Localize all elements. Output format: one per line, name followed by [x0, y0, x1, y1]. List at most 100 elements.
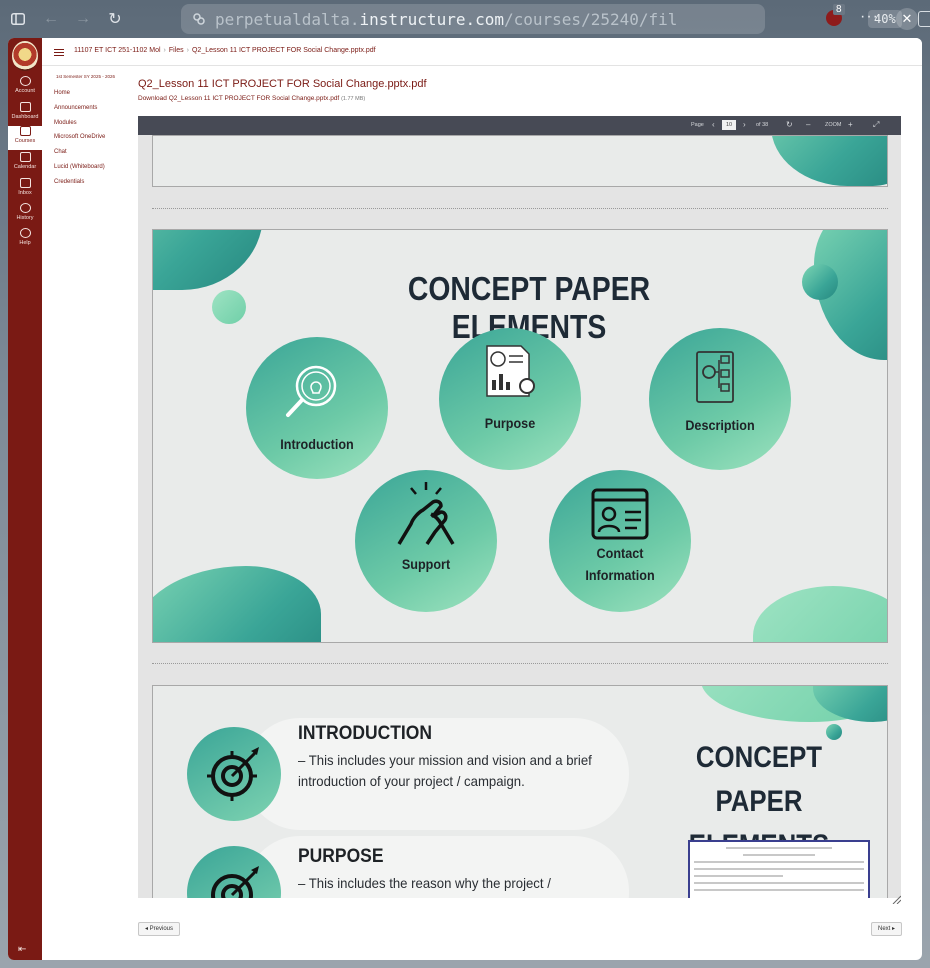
previous-button[interactable]: ◂ Previous [138, 922, 181, 936]
course-nav-home[interactable]: Home [54, 89, 140, 104]
magnifier-bulb-icon [286, 365, 337, 417]
report-gear-icon [486, 345, 535, 397]
element-description: Description [649, 328, 791, 470]
page-total: of 38 [756, 122, 769, 128]
course-nav-modules[interactable]: Modules [54, 119, 140, 134]
element-introduction: Introduction [246, 337, 388, 479]
course-top-bar: 11107 ET ICT 251-1102 Mol › Files › Q2_Lesso… [42, 38, 922, 66]
breadcrumb-file: Q2_Lesson 11 ICT PROJECT FOR Social Chan… [191, 47, 376, 54]
element-label: Introduction [280, 436, 354, 452]
url-text: perpetualdalta.instructure.com/courses/2… [215, 10, 677, 29]
back-arrow-icon[interactable]: ← [41, 9, 61, 29]
nav-history[interactable]: History [8, 203, 42, 227]
breadcrumb-files[interactable]: Files [169, 47, 184, 54]
page-label: Page [691, 122, 704, 128]
browser-chrome: ← → ↻ perpetualdalta.instructure.com/cou… [0, 0, 930, 38]
fullscreen-icon[interactable]: ⤢ [873, 120, 879, 130]
concept-paper-thumbnail [688, 840, 870, 898]
nav-courses[interactable]: Courses [8, 126, 42, 150]
decor-blob [153, 566, 321, 642]
decor-blob [753, 586, 887, 642]
pdf-page-detail: INTRODUCTION – This includes your missio… [152, 685, 888, 898]
zoom-out-button[interactable]: – [806, 120, 810, 129]
element-label-line2: Information [585, 567, 655, 583]
section-body: – This includes the reason why the proje… [298, 875, 551, 891]
element-contact: Contact Information [549, 470, 691, 612]
inbox-icon [19, 178, 31, 188]
section-heading: PURPOSE [298, 846, 384, 867]
course-nav-lucid[interactable]: Lucid (Whiteboard) [54, 163, 140, 178]
collapse-nav-icon[interactable]: ⇤ [18, 944, 26, 955]
file-size: (1.77 MB) [341, 96, 366, 102]
nav-dashboard[interactable]: Dashboard [8, 102, 42, 126]
next-page-icon[interactable]: › [743, 120, 746, 129]
element-label: Purpose [484, 415, 536, 431]
handshake-icon [397, 482, 455, 545]
pdf-page-previous [152, 135, 888, 187]
sidebar-toggle-icon[interactable] [8, 9, 28, 29]
breadcrumb: 11107 ET ICT 251-1102 Mol › Files › Q2_Lesso… [74, 47, 376, 54]
browser-window: Account Dashboard Courses Calendar Inbox… [8, 38, 922, 960]
element-label: Description [685, 417, 755, 433]
dashboard-icon [19, 102, 31, 112]
element-label: Contact [596, 545, 644, 561]
hamburger-menu-icon[interactable] [54, 49, 64, 56]
close-icon[interactable]: ✕ [896, 8, 918, 30]
history-icon [19, 203, 31, 213]
course-nav-announcements[interactable]: Announcements [54, 104, 140, 119]
element-support: Support [355, 470, 497, 612]
file-title: Q2_Lesson 11 ICT PROJECT FOR Social Chan… [138, 78, 427, 90]
more-menu-icon[interactable]: ··· [860, 8, 879, 26]
extension-badge: 8 [833, 4, 845, 15]
element-purpose: Purpose [439, 328, 581, 470]
target-icon [207, 747, 259, 801]
course-nav-onedrive[interactable]: Microsoft OneDrive [54, 133, 140, 148]
help-icon [19, 228, 31, 238]
flowchart-gear-icon [696, 351, 734, 403]
pdf-page-concept: CONCEPT PAPER ELEMENTS Introduction Purp… [152, 229, 888, 643]
rotate-icon[interactable]: ↻ [786, 120, 793, 129]
page-number-input[interactable]: 10 [722, 120, 736, 130]
zoom-label: ZOOM [825, 122, 842, 128]
element-label: Support [401, 556, 451, 572]
zoom-in-button[interactable]: + [848, 120, 853, 129]
purpose-target-circle [187, 846, 281, 898]
global-nav: Account Dashboard Courses Calendar Inbox… [8, 38, 42, 960]
course-nav-chat[interactable]: Chat [54, 148, 140, 163]
nav-calendar[interactable]: Calendar [8, 152, 42, 176]
course-nav-credentials[interactable]: Credentials [54, 178, 140, 193]
school-logo[interactable] [12, 41, 38, 71]
nav-inbox[interactable]: Inbox [8, 178, 42, 202]
decor-dot [802, 264, 838, 300]
prev-page-icon[interactable]: ‹ [712, 120, 715, 129]
resize-handle-icon[interactable] [891, 894, 901, 904]
download-link[interactable]: Download Q2_Lesson 11 ICT PROJECT FOR So… [138, 95, 908, 102]
forward-arrow-icon[interactable]: → [73, 9, 93, 29]
term-label: 1st Semester SY 2025 - 2026 [56, 74, 115, 79]
page-separator [152, 208, 888, 209]
decor-blob [771, 136, 887, 186]
nav-help[interactable]: Help [8, 228, 42, 252]
nav-account[interactable]: Account [8, 76, 42, 100]
next-button[interactable]: Next ▸ [871, 922, 903, 936]
decor-blob [153, 230, 263, 290]
site-settings-icon[interactable] [191, 11, 207, 27]
id-card-icon [591, 488, 649, 540]
reload-icon[interactable]: ↻ [105, 9, 125, 29]
courses-icon [19, 126, 31, 136]
decor-dot [212, 290, 246, 324]
course-nav: 1st Semester SY 2025 - 2026 Home Announc… [54, 74, 140, 193]
section-heading: INTRODUCTION [298, 723, 433, 744]
file-header: Q2_Lesson 11 ICT PROJECT FOR Social Chan… [138, 78, 908, 102]
pdf-toolbar: Page ‹ 10 › of 38 ↻ – ZOOM + ⤢ [138, 116, 901, 135]
address-bar[interactable]: perpetualdalta.instructure.com/courses/2… [181, 4, 930, 34]
page-separator [152, 663, 888, 664]
intro-target-circle [187, 727, 281, 821]
calendar-icon [19, 152, 31, 162]
target-icon [211, 866, 259, 898]
reader-mode-icon[interactable] [918, 11, 930, 27]
breadcrumb-course[interactable]: 11107 ET ICT 251-1102 Mol [74, 47, 161, 54]
account-icon [19, 76, 31, 86]
section-body: – This includes your mission and vision … [298, 752, 592, 789]
pdf-viewer[interactable]: Page ‹ 10 › of 38 ↻ – ZOOM + ⤢ CONCEPT P… [138, 116, 901, 898]
